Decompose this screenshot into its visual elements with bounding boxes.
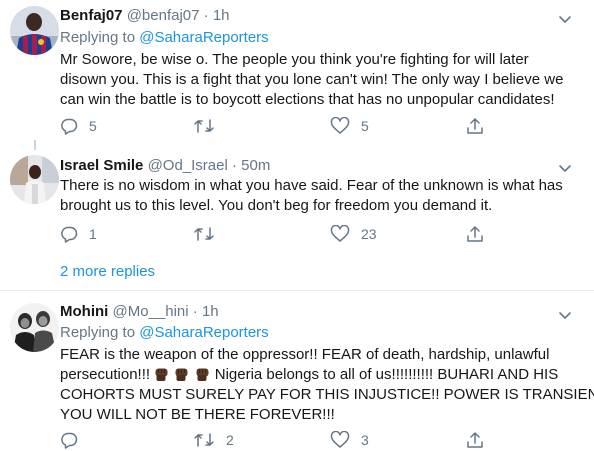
reply-button[interactable] (60, 429, 89, 451)
share-button[interactable] (466, 115, 484, 137)
reply-icon (60, 225, 78, 243)
like-button[interactable]: 23 (330, 223, 377, 245)
tweet-israel-smile[interactable]: Israel Smile @Od_Israel · 50m There is n… (0, 150, 594, 258)
like-count: 3 (361, 432, 369, 448)
reply-icon (60, 117, 78, 135)
user-handle[interactable]: @Mo__hini (113, 303, 189, 320)
like-button[interactable]: 3 (330, 429, 369, 451)
reply-icon (60, 431, 78, 449)
like-button[interactable]: 5 (330, 115, 369, 137)
share-icon (466, 117, 484, 135)
retweet-button[interactable] (193, 115, 226, 137)
chevron-down-icon[interactable] (556, 306, 574, 324)
share-icon (466, 431, 484, 449)
retweet-icon (193, 431, 215, 449)
user-handle[interactable]: @benfaj07 (127, 7, 200, 24)
avatar[interactable] (10, 155, 59, 204)
reply-count: 5 (89, 118, 97, 134)
tweet-actions: 2 3 (60, 429, 560, 451)
replying-to: Replying to @SaharaReporters (60, 29, 269, 46)
share-icon (466, 225, 484, 243)
timestamp[interactable]: 50m (241, 157, 270, 174)
separator-dot: · (232, 157, 237, 174)
timestamp[interactable]: 1h (213, 7, 230, 24)
mention-link[interactable]: @SaharaReporters (139, 29, 268, 46)
retweet-icon (193, 225, 215, 243)
timestamp[interactable]: 1h (202, 303, 219, 320)
heart-icon (330, 225, 350, 243)
replying-to: Replying to @SaharaReporters (60, 324, 269, 341)
reply-button[interactable]: 5 (60, 115, 97, 137)
display-name[interactable]: Benfaj07 (60, 7, 123, 24)
reply-count: 1 (89, 226, 97, 242)
user-handle[interactable]: @Od_Israel (148, 157, 228, 174)
raised-fist-emoji (174, 366, 194, 383)
retweet-count: 2 (226, 432, 234, 448)
share-button[interactable] (466, 429, 484, 451)
thread-connector (34, 140, 36, 150)
tweet-actions: 1 23 (60, 223, 560, 245)
tweet-text: Mr Sowore, be wise o. The people you thi… (60, 51, 564, 108)
retweet-button[interactable] (193, 223, 226, 245)
heart-icon (330, 117, 350, 135)
tweet-text: There is no wisdom in what you have said… (60, 177, 563, 214)
avatar[interactable] (10, 303, 59, 352)
mention-link[interactable]: @SaharaReporters (139, 324, 268, 341)
tweet-mohini[interactable]: Mohini @Mo__hini · 1h Replying to @Sahar… (0, 291, 594, 449)
share-button[interactable] (466, 223, 484, 245)
tweet-text: FEAR is the weapon of the oppressor!! FE… (60, 346, 594, 423)
chevron-down-icon[interactable] (556, 159, 574, 177)
display-name[interactable]: Mohini (60, 303, 108, 320)
separator-dot: · (192, 303, 198, 320)
raised-fist-emoji (154, 366, 174, 383)
like-count: 23 (361, 226, 377, 242)
avatar[interactable] (10, 6, 59, 55)
reply-button[interactable]: 1 (60, 223, 97, 245)
more-replies-link[interactable]: 2 more replies (60, 262, 155, 282)
retweet-button[interactable]: 2 (193, 429, 234, 451)
chevron-down-icon[interactable] (556, 10, 574, 28)
separator-dot: · (203, 7, 209, 24)
display-name[interactable]: Israel Smile (60, 157, 143, 174)
tweet-benfaj07[interactable]: Benfaj07 @benfaj07 · 1h Replying to @Sah… (0, 0, 594, 146)
heart-icon (330, 431, 350, 449)
raised-fist-emoji (195, 366, 215, 383)
like-count: 5 (361, 118, 369, 134)
retweet-icon (193, 117, 215, 135)
tweet-actions: 5 5 (60, 115, 560, 137)
